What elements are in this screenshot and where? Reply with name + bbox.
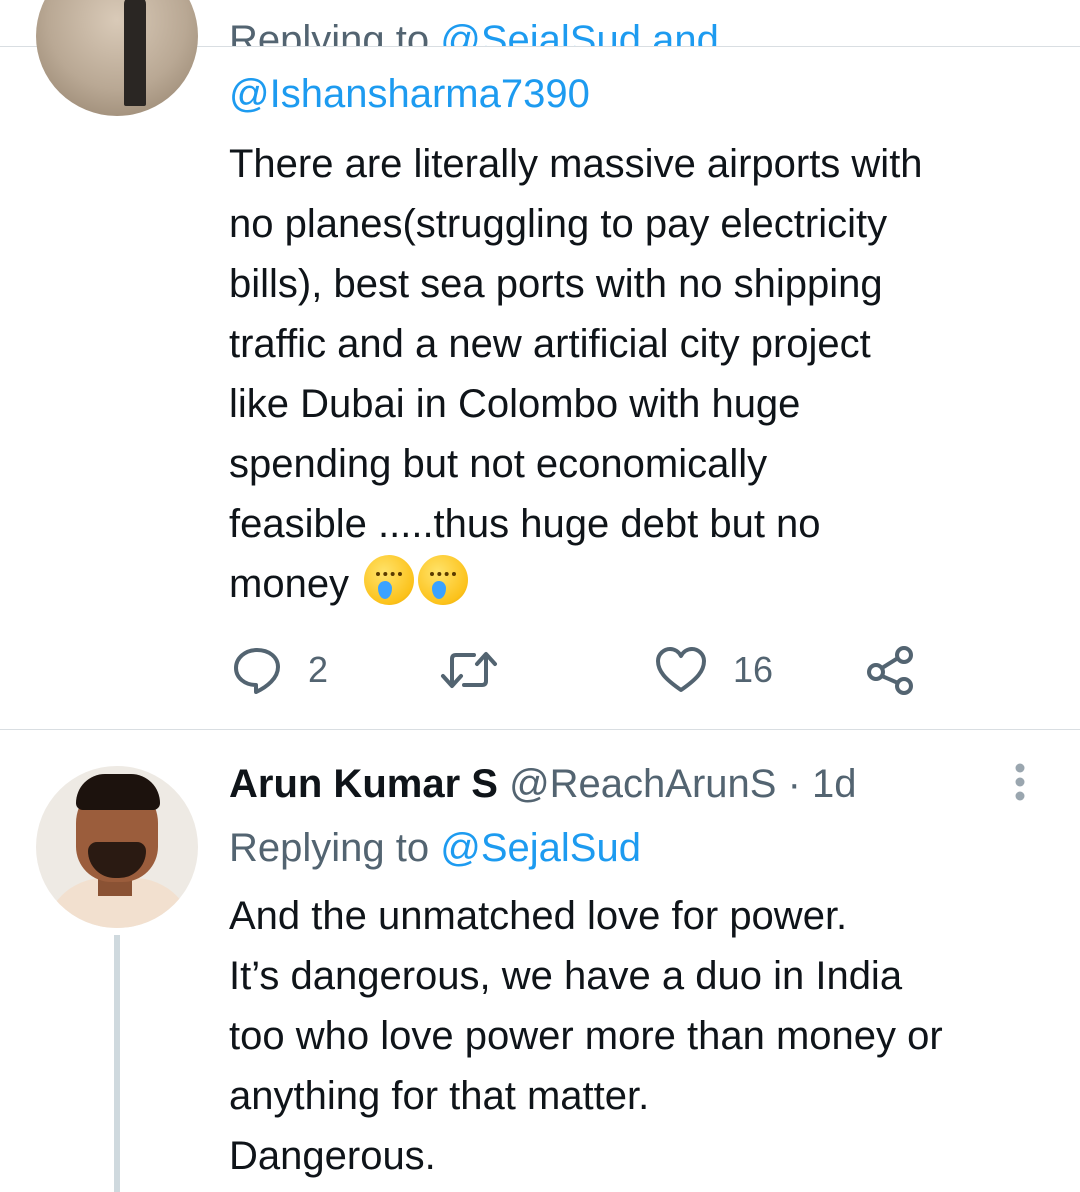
reply-button[interactable]: 2	[232, 640, 328, 700]
tweet-divider	[0, 729, 1080, 730]
tweet-text-line: And the unmatched love for power.	[229, 894, 848, 938]
reply-icon	[232, 645, 282, 695]
tweet-text-line: Dangerous.	[229, 1134, 436, 1178]
retweet-icon	[440, 645, 498, 695]
reply-count: 2	[308, 649, 329, 690]
crying-face-emoji-icon	[364, 555, 415, 605]
avatar[interactable]	[36, 0, 198, 116]
thread-line	[114, 935, 120, 1192]
tweet-actions: 2 16	[0, 640, 1080, 700]
separator: ·	[787, 762, 801, 806]
tweet-text-line: too who love power more than money or	[229, 1014, 943, 1058]
tweet-header: Arun Kumar S @ReachArunS · 1d	[229, 758, 857, 810]
tweet-text-line: anything for that matter.	[229, 1074, 650, 1118]
replying-to-handle-partial[interactable]: @SejalSud and	[440, 18, 719, 46]
avatar-hair	[76, 774, 160, 810]
crying-face-emoji-icon	[418, 555, 469, 605]
like-count: 16	[733, 649, 774, 690]
replying-to-partial: Replying to @SejalSud and	[229, 12, 719, 46]
avatar-figure	[124, 0, 146, 106]
replying-to: Replying to @SejalSud	[229, 822, 641, 874]
tweet-1[interactable]: Replying to @SejalSud and @Ishansharma73…	[0, 0, 1080, 730]
like-button[interactable]: 16	[655, 640, 773, 700]
more-options-icon[interactable]	[1008, 762, 1032, 806]
author-handle[interactable]: @ReachArunS	[509, 762, 776, 806]
share-button[interactable]	[866, 640, 916, 700]
replying-to-handle[interactable]: @Ishansharma7390	[229, 70, 590, 118]
tweet-text-line: It’s dangerous, we have a duo in India	[229, 954, 903, 998]
like-icon	[655, 645, 707, 695]
share-icon	[866, 645, 916, 695]
author-name[interactable]: Arun Kumar S	[229, 762, 498, 806]
avatar[interactable]	[36, 766, 198, 928]
tweet-text: And the unmatched love for power. It’s d…	[229, 886, 1049, 1186]
replying-to-label: Replying to	[229, 826, 430, 870]
tweet-text-body: There are literally massive airports wit…	[229, 142, 923, 606]
tweet-text: There are literally massive airports wit…	[229, 134, 1049, 614]
replying-to-label: Replying to	[229, 18, 430, 46]
retweet-button[interactable]	[440, 640, 498, 700]
timestamp[interactable]: 1d	[812, 762, 857, 806]
replying-to-handle[interactable]: @SejalSud	[440, 826, 641, 870]
